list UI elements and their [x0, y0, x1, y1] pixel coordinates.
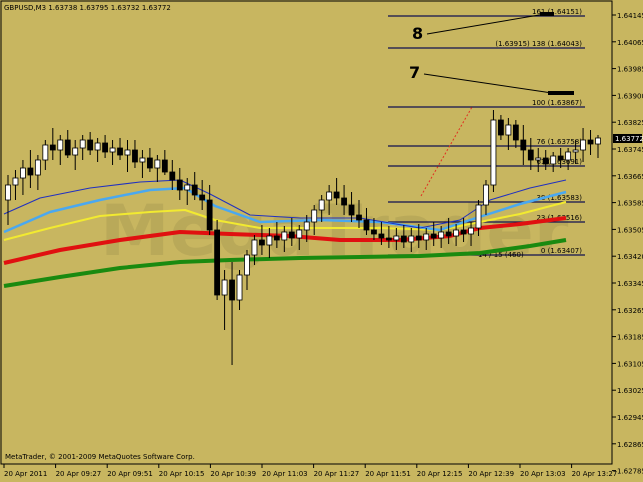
price-tick-label: 1.63985 [617, 66, 643, 74]
current-price-label: 1.63772 [615, 135, 643, 143]
annotation-label-7: 7 [409, 63, 420, 82]
fib-level-label: 0 (1.63407) [541, 247, 582, 255]
price-tick-label: 1.62865 [617, 441, 643, 449]
candle [490, 110, 497, 192]
chart-window[interactable]: MegaTrader 161 (1.64151) (1.63915) 138 (1… [0, 0, 643, 482]
time-tick-label: 20 Apr 09:27 [56, 470, 102, 478]
price-tick-label: 1.63420 [617, 253, 643, 261]
annotation-label-8: 8 [412, 24, 423, 43]
time-tick-label: 20 Apr 10:39 [210, 470, 256, 478]
price-tick-label: 1.63900 [617, 92, 643, 100]
time-tick-label: 20 Apr 12:15 [417, 470, 463, 478]
time-tick-label: 20 Apr 10:15 [159, 470, 205, 478]
price-tick-label: 1.63025 [617, 387, 643, 395]
time-tick-label: 20 Apr 13:03 [520, 470, 566, 478]
price-tick-label: 1.62785 [617, 468, 643, 476]
price-tick-label: 1.63185 [617, 334, 643, 342]
price-tick-label: 1.63585 [617, 200, 643, 208]
time-tick-label: 20 Apr 11:27 [314, 470, 360, 478]
price-tick-label: 1.62945 [617, 414, 643, 422]
time-tick-label: 20 Apr 11:51 [365, 470, 411, 478]
time-tick-label: 20 Apr 13:27 [572, 470, 618, 478]
annotation-marker-8 [540, 12, 554, 16]
price-tick-label: 1.63745 [617, 146, 643, 154]
time-tick-label: 20 Apr 11:03 [262, 470, 308, 478]
price-tick-label: 1.63265 [617, 307, 643, 315]
price-tick-label: 1.63665 [617, 173, 643, 181]
time-tick-label: 20 Apr 12:39 [468, 470, 514, 478]
price-tick-label: 1.64145 [617, 12, 643, 20]
price-tick-label: 1.63345 [617, 280, 643, 288]
fib-level-label: 100 (1.63867) [532, 99, 582, 107]
candle [214, 220, 221, 300]
copyright-text: MetaTrader, © 2001-2009 MetaQuotes Softw… [5, 453, 195, 461]
time-tick-label: 20 Apr 09:51 [107, 470, 153, 478]
price-tick-label: 1.63505 [617, 226, 643, 234]
price-tick-label: 1.64065 [617, 39, 643, 47]
price-tick-label: 1.63825 [617, 119, 643, 127]
annotation-marker-7 [548, 91, 574, 95]
symbol-info: GBPUSD,M3 1.63738 1.63795 1.63732 1.6377… [4, 4, 171, 12]
price-tick-label: 1.63105 [617, 360, 643, 368]
price-chart[interactable]: MegaTrader 161 (1.64151)(1.63915) 138 (1… [0, 0, 643, 482]
fib-level-label: (1.63915) 138 (1.64043) [495, 40, 582, 48]
time-tick-label: 20 Apr 2011 [4, 470, 47, 478]
